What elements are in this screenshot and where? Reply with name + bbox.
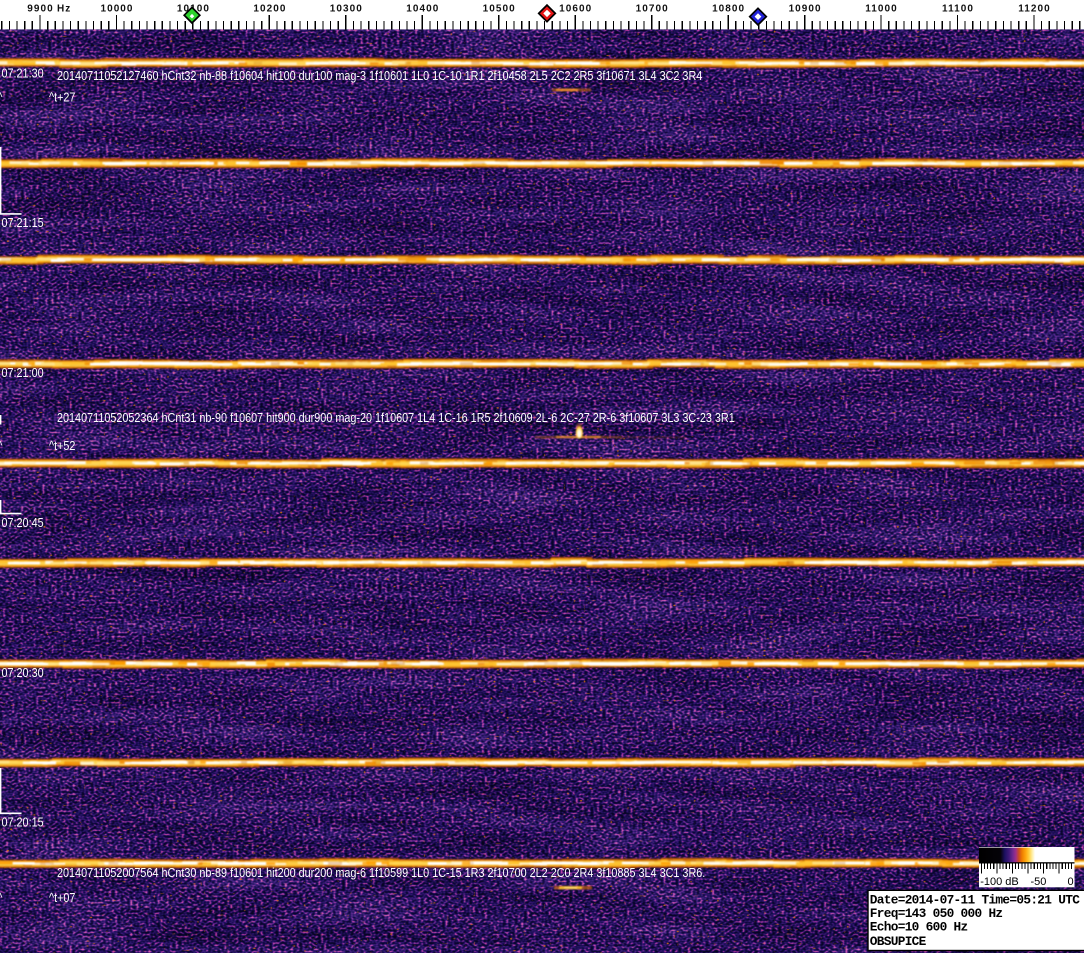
- svg-text:10200: 10200: [253, 4, 286, 15]
- svg-text:20140711052127460 hCnt32 nb-88: 20140711052127460 hCnt32 nb-88 f10604 hi…: [57, 68, 703, 83]
- svg-text:10000: 10000: [100, 4, 133, 15]
- svg-text:^: ^: [0, 890, 3, 905]
- svg-text:^: ^: [0, 438, 3, 453]
- svg-text:10700: 10700: [636, 4, 669, 15]
- svg-text:20140711052007564 hCnt30 nb-89: 20140711052007564 hCnt30 nb-89 f10601 hi…: [57, 865, 705, 880]
- svg-text:10800: 10800: [712, 4, 745, 15]
- svg-text:Hz: Hz: [57, 4, 71, 15]
- svg-text:07:20:15: 07:20:15: [2, 815, 44, 830]
- svg-text:-100 dB: -100 dB: [980, 876, 1019, 888]
- svg-text:Echo=10 600 Hz: Echo=10 600 Hz: [870, 920, 968, 935]
- svg-text:^t+52: ^t+52: [49, 438, 76, 453]
- svg-text:^: ^: [0, 90, 3, 105]
- svg-text:11200: 11200: [1018, 4, 1051, 15]
- svg-text:10500: 10500: [483, 4, 516, 15]
- svg-text:10300: 10300: [330, 4, 363, 15]
- svg-text:10400: 10400: [406, 4, 439, 15]
- svg-text:-50: -50: [1031, 876, 1047, 888]
- svg-text:^t+27: ^t+27: [49, 90, 76, 105]
- svg-text:07:21:15: 07:21:15: [2, 215, 44, 230]
- svg-text:07:20:30: 07:20:30: [2, 665, 44, 680]
- svg-text:20140711052052364 hCnt31 nb-90: 20140711052052364 hCnt31 nb-90 f10607 hi…: [57, 410, 735, 425]
- svg-text:11000: 11000: [865, 4, 898, 15]
- svg-text:0: 0: [1067, 876, 1073, 888]
- svg-text:^t+07: ^t+07: [49, 890, 76, 905]
- svg-text:07:21:30: 07:21:30: [2, 65, 44, 80]
- svg-text:07:20:45: 07:20:45: [2, 515, 44, 530]
- svg-text:11100: 11100: [942, 4, 974, 15]
- svg-text:9900: 9900: [27, 4, 53, 15]
- svg-text:07:21:00: 07:21:00: [2, 365, 44, 380]
- svg-text:10600: 10600: [559, 4, 592, 15]
- svg-text:10900: 10900: [789, 4, 822, 15]
- svg-text:OBSUPICE: OBSUPICE: [870, 934, 927, 949]
